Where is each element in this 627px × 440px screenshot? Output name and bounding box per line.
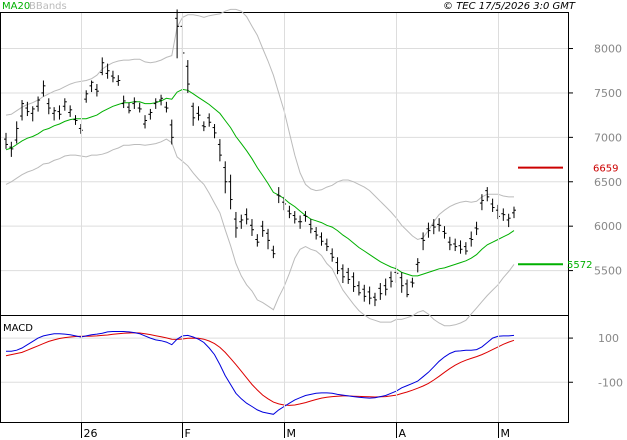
legend-bbands: BBands: [29, 1, 67, 12]
macd-tick-label: -100: [598, 376, 623, 389]
date-tick-label: 26: [84, 427, 98, 440]
price-tick-label: 8000: [594, 43, 622, 56]
price-tick-label: 6500: [594, 176, 622, 189]
price-tick-label: 7500: [594, 87, 622, 100]
legend-ma20: MA20: [2, 1, 30, 12]
price-tick-label: 6000: [594, 220, 622, 233]
macd-label: MACD: [3, 323, 33, 334]
copyright-text: © TEC 17/5/2026 3:0 GMT: [443, 1, 576, 12]
resistance-level-label: 6659: [593, 164, 618, 175]
date-tick-label: F: [185, 427, 191, 440]
stock-chart: 5500 6000 6500 7000 7500 8000 6659 5572 100 -10…: [0, 1, 623, 440]
date-tick-label: M: [501, 427, 511, 440]
price-tick-label: 5500: [594, 265, 622, 278]
price-tick-label: 7000: [594, 131, 622, 144]
support-level-label: 5572: [567, 260, 592, 271]
price-axis-ticks: 5500 6000 6500 7000 7500 8000: [568, 43, 622, 278]
date-tick-label: A: [399, 427, 407, 440]
macd-tick-label: 100: [598, 332, 619, 345]
date-tick-label: M: [287, 427, 297, 440]
macd-axis-ticks: 100 -100: [568, 332, 623, 389]
